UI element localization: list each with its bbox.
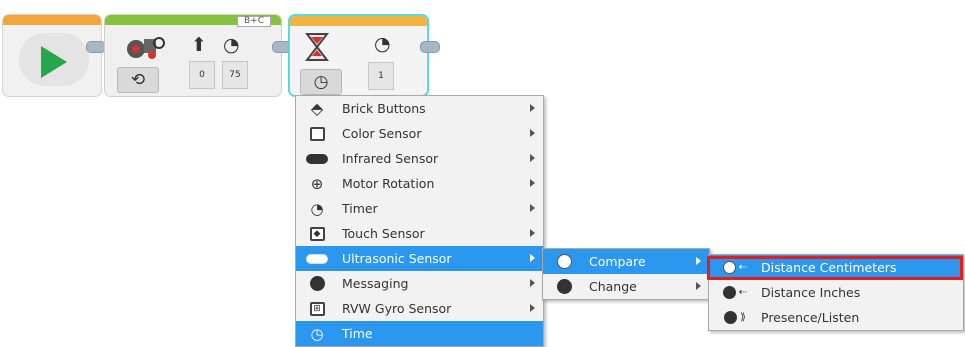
chevron-right-icon xyxy=(530,204,535,212)
start-block-header xyxy=(3,15,101,25)
motor-icon xyxy=(125,33,165,61)
chevron-right-icon xyxy=(530,179,535,187)
port-selector[interactable]: B+C xyxy=(237,16,271,27)
brick-buttons-icon: ⬘ xyxy=(310,99,324,118)
move-tank-block[interactable]: B+C ⬆ ◔ ⟲ 0 75 xyxy=(104,14,282,97)
menu-item-ultrasonic-sensor[interactable]: Ultrasonic Sensor xyxy=(296,246,543,271)
menu-item-label: Compare xyxy=(589,254,646,269)
seconds-value[interactable]: 1 xyxy=(368,62,394,90)
sequence-connector xyxy=(86,41,106,53)
menu-item-label: RVW Gyro Sensor xyxy=(342,301,452,316)
chevron-right-icon xyxy=(530,279,535,287)
menu-item-touch-sensor[interactable]: ◆ Touch Sensor xyxy=(296,221,543,246)
color-sensor-icon xyxy=(306,125,328,143)
compare-mode-submenu: ⇠ Distance Centimeters ⇠ Distance Inches… xyxy=(708,254,964,331)
hourglass-icon xyxy=(304,32,330,62)
menu-item-label: Color Sensor xyxy=(342,126,422,141)
time-icon: ◷ xyxy=(310,324,324,343)
chevron-right-icon xyxy=(530,254,535,262)
menu-item-label: Timer xyxy=(342,201,378,216)
menu-item-motor-rotation[interactable]: ⊕ Motor Rotation xyxy=(296,171,543,196)
steering-value[interactable]: 0 xyxy=(189,61,215,89)
menu-item-label: Touch Sensor xyxy=(342,226,425,241)
menu-item-timer[interactable]: ◔ Timer xyxy=(296,196,543,221)
play-icon[interactable] xyxy=(41,46,67,78)
menu-item-label: Brick Buttons xyxy=(342,101,426,116)
clock-icon: ◷ xyxy=(313,72,329,92)
timer-icon: ◔ xyxy=(310,199,324,218)
power-gauge-icon: ◔ xyxy=(223,34,240,56)
compare-icon xyxy=(553,253,575,271)
chevron-right-icon xyxy=(530,304,535,312)
menu-item-compare[interactable]: Compare xyxy=(543,249,709,274)
wait-block[interactable]: ◔ ◷ 1 xyxy=(288,14,429,97)
timer-gauge-icon: ◔ xyxy=(374,33,391,55)
menu-item-label: Ultrasonic Sensor xyxy=(342,251,452,266)
rotate-icon: ⟲ xyxy=(130,70,146,90)
distance-cm-icon: ⇠ xyxy=(719,259,751,277)
menu-item-change[interactable]: Change xyxy=(543,274,709,299)
menu-item-time[interactable]: ◷ Time xyxy=(296,321,543,346)
wait-mode-menu: ⬘ Brick Buttons Color Sensor Infrared Se… xyxy=(295,95,544,347)
menu-item-color-sensor[interactable]: Color Sensor xyxy=(296,121,543,146)
messaging-icon xyxy=(306,275,328,293)
chevron-right-icon xyxy=(530,229,535,237)
menu-item-label: Motor Rotation xyxy=(342,176,435,191)
touch-sensor-icon: ◆ xyxy=(306,225,328,243)
infrared-sensor-icon xyxy=(306,150,328,168)
menu-item-label: Presence/Listen xyxy=(761,310,860,325)
gyro-sensor-icon: ⊞ xyxy=(306,300,328,318)
chevron-right-icon xyxy=(530,154,535,162)
menu-item-brick-buttons[interactable]: ⬘ Brick Buttons xyxy=(296,96,543,121)
sequence-connector xyxy=(420,41,440,53)
chevron-right-icon xyxy=(530,104,535,112)
menu-item-gyro-sensor[interactable]: ⊞ RVW Gyro Sensor xyxy=(296,296,543,321)
start-block[interactable] xyxy=(2,14,102,97)
chevron-right-icon xyxy=(696,257,701,265)
menu-item-label: Change xyxy=(589,279,637,294)
motor-rotation-icon: ⊕ xyxy=(310,174,324,193)
menu-item-infrared-sensor[interactable]: Infrared Sensor xyxy=(296,146,543,171)
menu-item-label: Time xyxy=(342,326,373,341)
menu-item-label: Messaging xyxy=(342,276,409,291)
chevron-right-icon xyxy=(696,282,701,290)
menu-item-presence-listen[interactable]: ⟫ Presence/Listen xyxy=(709,305,963,330)
menu-item-distance-centimeters[interactable]: ⇠ Distance Centimeters xyxy=(709,255,963,280)
change-icon xyxy=(553,278,575,296)
motor-mode-button[interactable]: ⟲ xyxy=(117,67,159,93)
menu-item-label: Distance Inches xyxy=(761,285,861,300)
presence-listen-icon: ⟫ xyxy=(719,309,751,327)
menu-item-distance-inches[interactable]: ⇠ Distance Inches xyxy=(709,280,963,305)
ultrasonic-sensor-icon xyxy=(306,250,328,268)
steering-arrow-icon: ⬆ xyxy=(191,34,207,56)
wait-mode-button[interactable]: ◷ xyxy=(300,69,342,95)
power-value[interactable]: 75 xyxy=(222,61,248,89)
ultrasonic-mode-submenu: Compare Change xyxy=(542,248,710,300)
wait-block-header xyxy=(290,16,427,26)
menu-item-label: Distance Centimeters xyxy=(761,260,897,275)
chevron-right-icon xyxy=(530,129,535,137)
menu-item-messaging[interactable]: Messaging xyxy=(296,271,543,296)
distance-inches-icon: ⇠ xyxy=(719,284,751,302)
menu-item-label: Infrared Sensor xyxy=(342,151,439,166)
